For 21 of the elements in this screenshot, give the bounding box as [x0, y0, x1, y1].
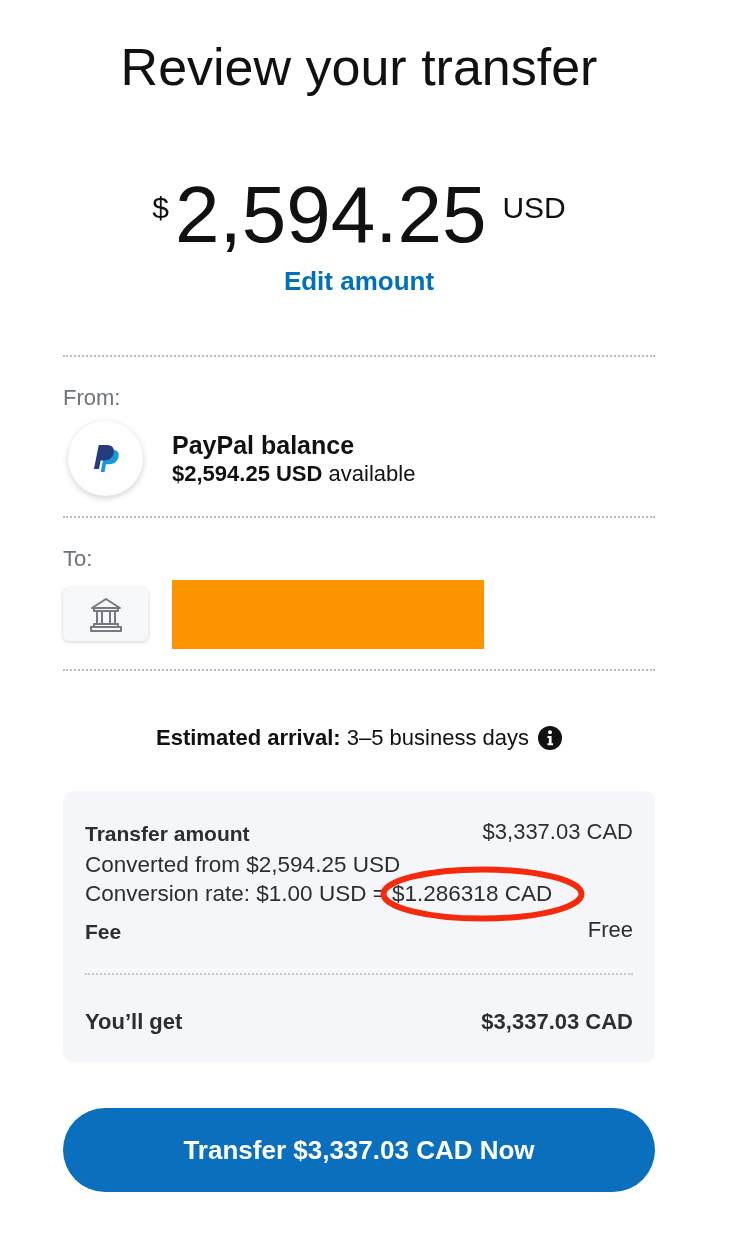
- currency-code: USD: [502, 191, 566, 225]
- currency-symbol: $: [152, 191, 169, 225]
- transfer-amount: 2,594.25: [174, 170, 487, 260]
- total-value: $3,337.03 CAD: [481, 1009, 633, 1035]
- edit-amount-link[interactable]: Edit amount: [283, 266, 435, 296]
- summary-value: Free: [587, 919, 633, 941]
- wallet-logo-icon: [68, 421, 143, 496]
- arrival-estimate: Estimated arrival: 3–5 business days: [156, 724, 529, 752]
- from-label: From:: [63, 385, 122, 411]
- summary-label: Fee: [85, 919, 122, 945]
- summary-label: Transfer amount: [85, 821, 250, 847]
- summary-value: $3,337.03 CAD: [482, 821, 633, 843]
- page-title: Review your transfer: [119, 37, 599, 97]
- available-balance: $2,594.25 USD available: [172, 459, 416, 488]
- conversion-detail: Converted from $2,594.25 USD: [85, 852, 401, 877]
- transfer-button[interactable]: Transfer $3,337.03 CAD Now: [63, 1108, 655, 1192]
- info-icon[interactable]: [538, 726, 562, 750]
- bank-icon: [63, 588, 148, 641]
- account-name: PayPal balance: [172, 429, 356, 460]
- total-label: You’ll get: [85, 1009, 183, 1035]
- to-label: To:: [63, 546, 94, 572]
